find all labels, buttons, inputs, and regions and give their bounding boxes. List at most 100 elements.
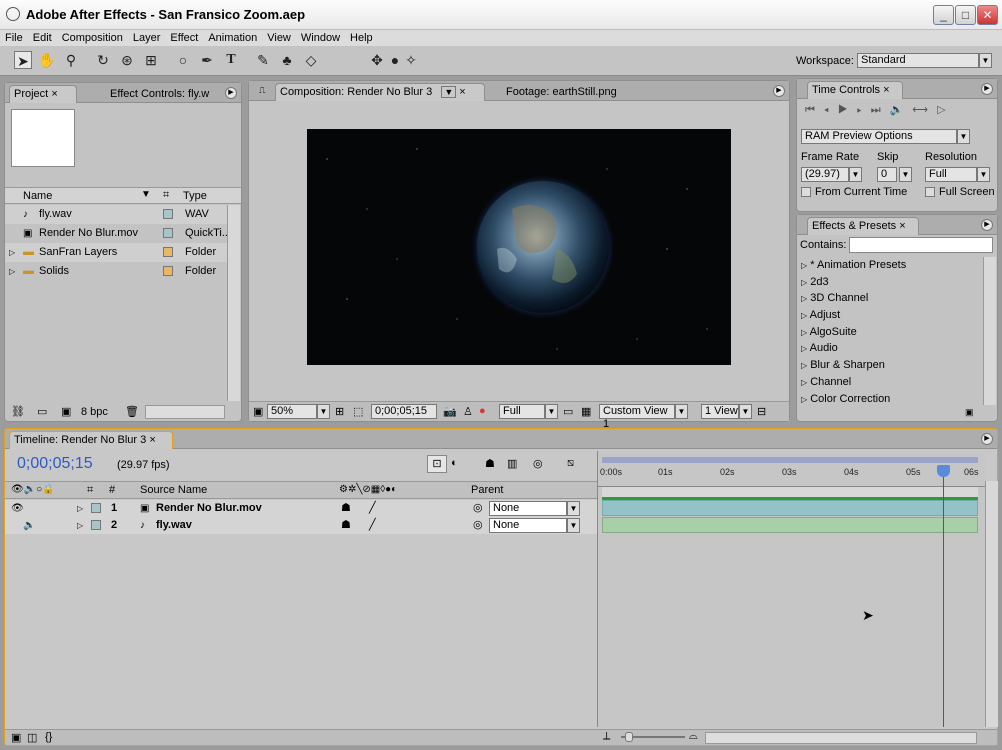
switches-icon[interactable]: ⚙✲╲⊘▦◊●◐ xyxy=(339,484,397,495)
resolution-dropdown[interactable]: Full xyxy=(925,167,977,182)
panel-menu-icon[interactable]: ▶ xyxy=(225,87,237,99)
label-swatch[interactable] xyxy=(163,266,173,276)
shy-switch-icon[interactable]: ☗ xyxy=(341,517,351,534)
effect-category[interactable]: ▷ AlgoSuite xyxy=(797,324,983,341)
project-item[interactable]: ▣ Render No Blur.mov QuickTi.. xyxy=(5,224,228,243)
parent-dropdown[interactable]: None xyxy=(489,501,567,516)
tab-effect-controls[interactable]: Effect Controls: fly.w xyxy=(105,85,214,103)
transparency-grid-icon[interactable]: ▦ xyxy=(581,405,591,418)
av-features-icon[interactable]: 👁🔈○🔒 xyxy=(11,484,55,495)
view-dropdown[interactable]: Custom View 1 xyxy=(599,404,675,430)
eraser-tool-icon[interactable]: ◇ xyxy=(302,51,320,69)
label-tag-icon[interactable]: ⌗ xyxy=(87,484,93,497)
zoom-tool-icon[interactable]: ⚲ xyxy=(62,51,80,69)
from-current-checkbox[interactable] xyxy=(801,187,811,197)
chevron-down-icon[interactable]: ▼ xyxy=(675,404,688,419)
contains-search-input[interactable] xyxy=(849,237,993,253)
layer-row[interactable]: 🔈 ▷ 2 ♪ fly.wav ☗ ╱ ◎ None ▼ xyxy=(5,517,597,534)
effect-category[interactable]: ▷ * Animation Presets xyxy=(797,257,983,274)
tab-footage[interactable]: Footage: earthStill.png xyxy=(501,83,622,101)
close-icon[interactable]: × xyxy=(883,84,889,96)
snapshot-icon[interactable]: 📷 xyxy=(443,405,457,418)
interpret-footage-icon[interactable]: ⛓ xyxy=(11,405,25,418)
menu-view[interactable]: View xyxy=(262,30,296,46)
layer-bar[interactable] xyxy=(602,517,978,533)
sort-chevron-icon[interactable]: ▼ xyxy=(141,189,151,200)
close-button[interactable]: ✕ xyxy=(977,5,998,25)
tab-project[interactable]: Project × xyxy=(9,85,77,103)
panel-menu-icon[interactable]: ▶ xyxy=(981,219,993,231)
draft-3d-icon[interactable]: ◐ xyxy=(451,457,458,469)
next-frame-icon[interactable]: ▸ xyxy=(857,104,871,116)
close-icon[interactable]: × xyxy=(899,220,905,232)
minimize-button[interactable]: _ xyxy=(933,5,954,25)
loop-icon[interactable]: ⟷ xyxy=(912,104,937,116)
label-swatch[interactable] xyxy=(163,247,173,257)
panel-menu-icon[interactable]: ▶ xyxy=(981,83,993,95)
toggle-switches-icon[interactable]: ▣ xyxy=(11,731,21,744)
shy-layers-icon[interactable]: ☗ xyxy=(485,457,495,470)
project-scrollbar[interactable] xyxy=(227,205,240,401)
pick-whip-icon[interactable]: ◎ xyxy=(473,517,483,534)
chevron-down-icon[interactable]: ▼ xyxy=(899,167,912,182)
label-swatch[interactable] xyxy=(91,503,101,513)
expand-triangle-icon[interactable]: ▷ xyxy=(9,243,15,262)
full-screen-checkbox[interactable] xyxy=(925,187,935,197)
label-swatch[interactable] xyxy=(91,520,101,530)
rotate-tool-icon[interactable]: ↻ xyxy=(94,51,112,69)
current-timecode[interactable]: 0;00;05;15 xyxy=(17,455,93,473)
chevron-down-icon[interactable]: ▼ xyxy=(979,53,992,68)
expand-triangle-icon[interactable]: ▷ xyxy=(77,500,83,517)
time-graph[interactable]: 0:00s 01s 02s 03s 04s 05s 06s ➤ xyxy=(597,451,986,727)
column-parent[interactable]: Parent xyxy=(471,484,503,496)
show-snapshot-icon[interactable]: ♙ xyxy=(463,405,473,418)
close-icon[interactable]: × xyxy=(459,86,465,98)
parent-dropdown[interactable]: None xyxy=(489,518,567,533)
playhead-handle[interactable] xyxy=(937,465,950,477)
bit-depth[interactable]: 8 bpc xyxy=(81,406,108,418)
new-folder-icon[interactable]: ▭ xyxy=(37,405,47,418)
expand-triangle-icon[interactable]: ▷ xyxy=(77,517,83,534)
quality-switch-icon[interactable]: ╱ xyxy=(369,517,376,534)
menu-edit[interactable]: Edit xyxy=(28,30,57,46)
project-hscroll[interactable] xyxy=(145,405,225,419)
timeline-hscroll[interactable] xyxy=(705,732,977,744)
expand-pane-icon[interactable]: {} xyxy=(45,731,52,743)
chevron-down-icon[interactable]: ▼ xyxy=(317,404,330,419)
column-name[interactable]: Name xyxy=(23,190,52,202)
motion-blur-icon[interactable]: ◎ xyxy=(533,457,543,470)
resolution-dropdown[interactable]: Full xyxy=(499,404,545,419)
shy-switch-icon[interactable]: ☗ xyxy=(341,500,351,517)
previous-frame-icon[interactable]: ◂ xyxy=(824,104,838,116)
maximize-button[interactable]: □ xyxy=(955,5,976,25)
chevron-down-icon[interactable]: ▼ xyxy=(567,518,580,533)
effect-category[interactable]: ▷ Adjust xyxy=(797,307,983,324)
last-frame-icon[interactable]: ⏭ xyxy=(871,104,890,116)
pick-whip-icon[interactable]: ◎ xyxy=(473,500,483,517)
speaker-icon[interactable]: 🔈 xyxy=(23,517,35,534)
live-update-icon[interactable]: ⊡ xyxy=(427,455,447,473)
column-source-name[interactable]: Source Name xyxy=(140,484,207,496)
label-swatch[interactable] xyxy=(163,209,173,219)
expand-triangle-icon[interactable]: ▷ xyxy=(9,262,15,281)
effects-scrollbar[interactable] xyxy=(983,257,996,405)
new-comp-icon[interactable]: ▣ xyxy=(61,405,71,418)
menu-animation[interactable]: Animation xyxy=(203,30,262,46)
trash-icon[interactable]: 🗑 xyxy=(125,405,139,418)
pen-tool-icon[interactable]: ✒ xyxy=(198,51,216,69)
menu-file[interactable]: File xyxy=(0,30,28,46)
effect-category[interactable]: ▷ Color Correction xyxy=(797,391,983,408)
play-icon[interactable]: ▶ xyxy=(838,104,857,116)
effect-category[interactable]: ▷ Blur & Sharpen xyxy=(797,357,983,374)
new-preset-icon[interactable]: ▣ xyxy=(965,407,974,418)
frame-blending-icon[interactable]: ▥ xyxy=(507,457,517,470)
views-layout-dropdown[interactable]: 1 View xyxy=(701,404,739,419)
zoom-slider-thumb[interactable] xyxy=(625,732,633,742)
panel-menu-icon[interactable]: ▶ xyxy=(773,85,785,97)
orbit-camera-tool-icon[interactable]: ⊛ xyxy=(118,51,136,69)
comp-viewer[interactable] xyxy=(307,129,731,365)
chevron-down-icon[interactable]: ▼ xyxy=(977,167,990,182)
chevron-down-icon[interactable]: ▼ xyxy=(957,129,970,144)
menu-effect[interactable]: Effect xyxy=(165,30,203,46)
layer-name[interactable]: Render No Blur.mov xyxy=(156,500,262,517)
